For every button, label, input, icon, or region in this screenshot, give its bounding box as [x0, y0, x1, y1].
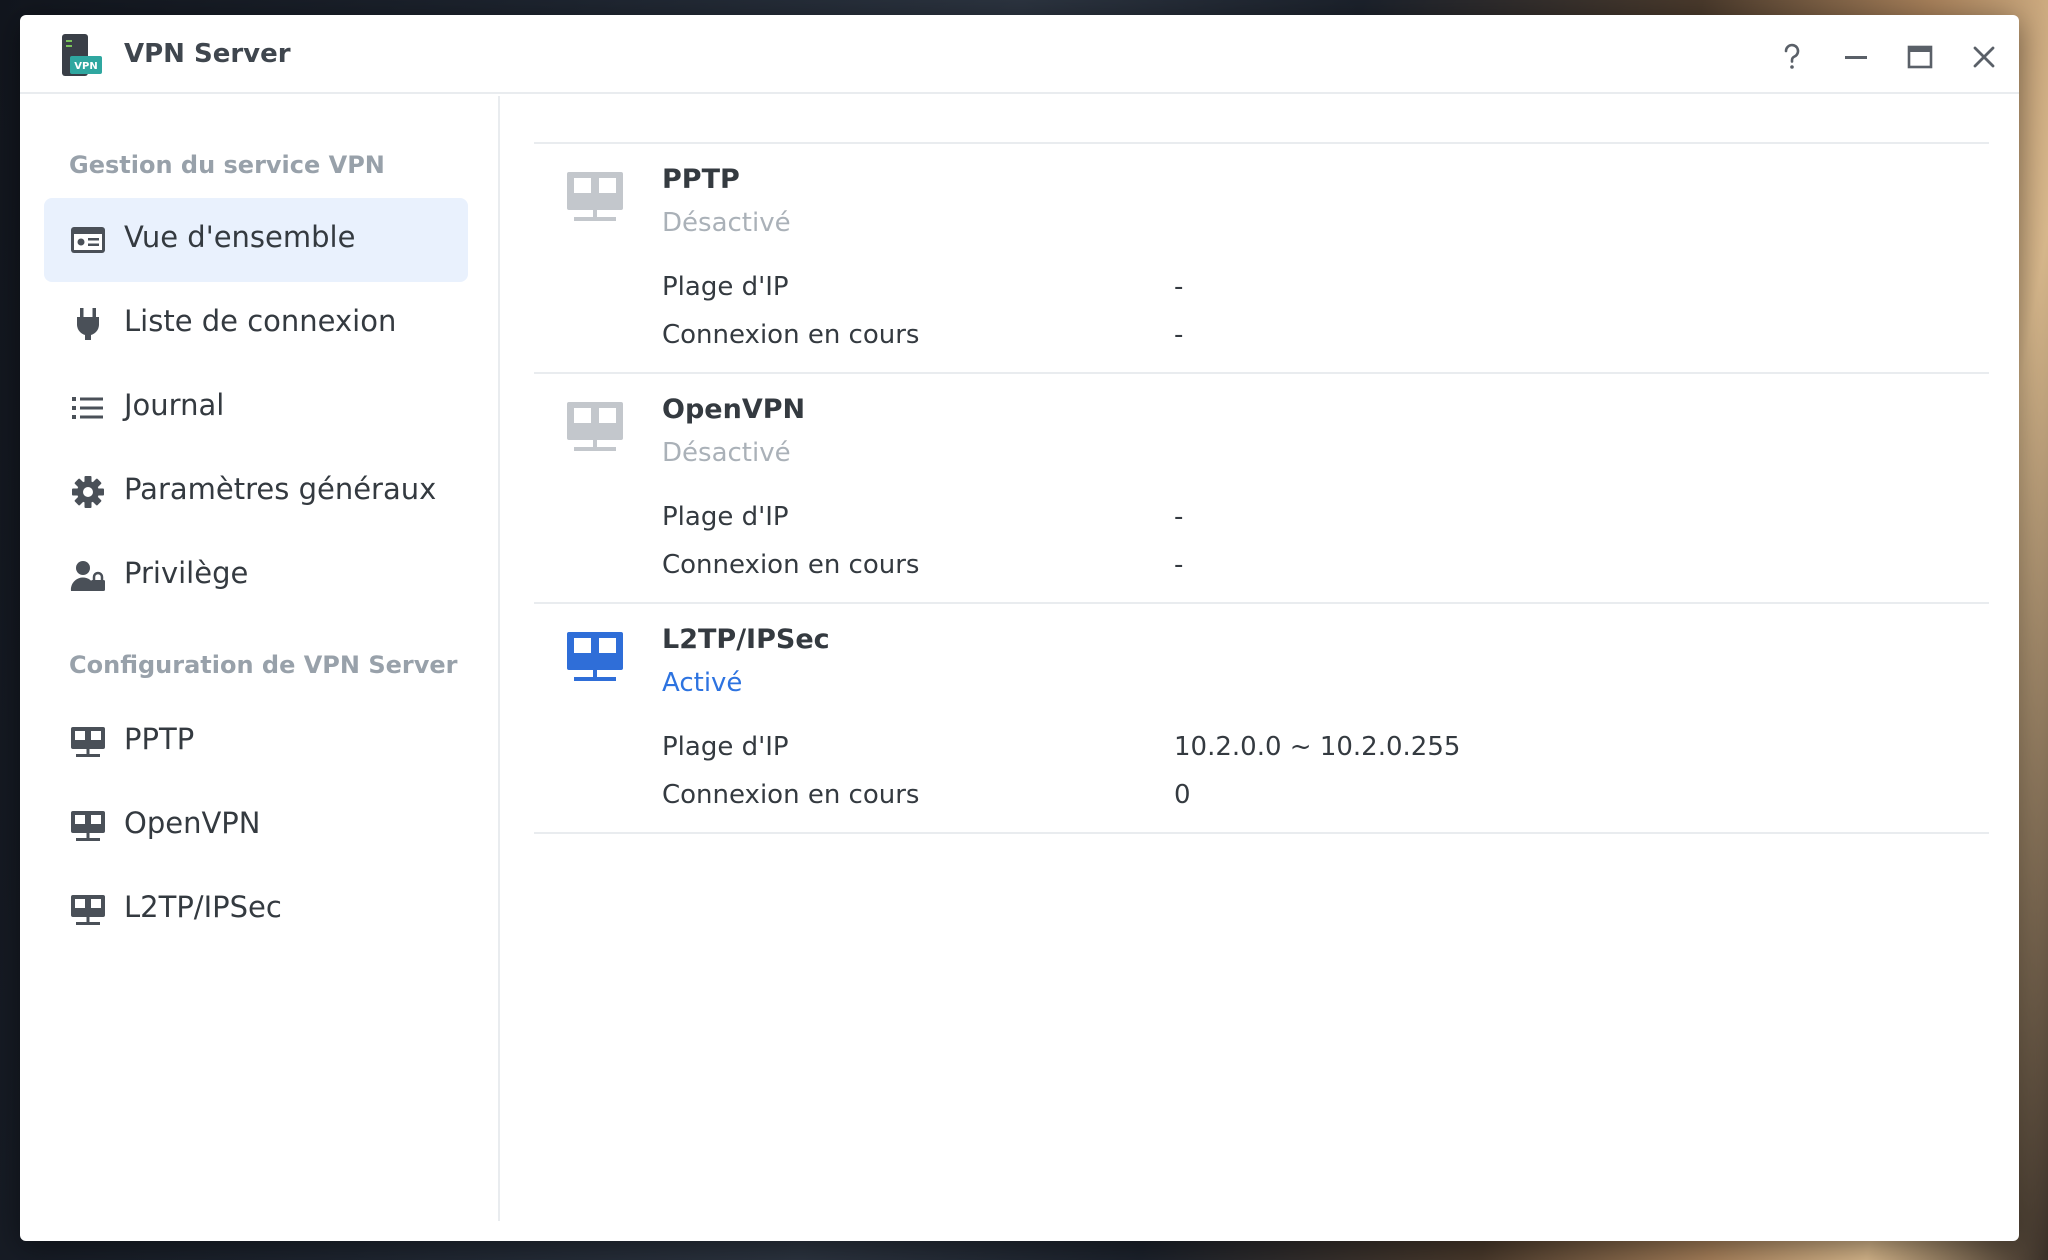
list-icon: [72, 397, 103, 419]
sidebar-item-label: Liste de connexion: [124, 304, 397, 338]
user-lock-icon: [70, 561, 105, 591]
network-icon: [567, 402, 623, 451]
network-icon: [71, 895, 105, 925]
connections-value: -: [1174, 320, 1184, 350]
network-icon: [71, 727, 105, 757]
sidebar-item-privilege[interactable]: Privilège: [44, 534, 468, 618]
sidebar-section-title: Configuration de VPN Server: [69, 651, 458, 679]
sidebar-item-label: OpenVPN: [124, 806, 261, 840]
sidebar-item-label: L2TP/IPSec: [124, 890, 282, 924]
service-name: L2TP/IPSec: [662, 624, 830, 655]
maximize-button[interactable]: [1900, 37, 1940, 77]
help-icon: [1784, 43, 1800, 69]
window-title: VPN Server: [124, 39, 291, 69]
sidebar-item-label: Privilège: [124, 556, 249, 590]
service-status: Désactivé: [662, 208, 791, 238]
close-button[interactable]: [1964, 37, 2004, 77]
sidebar-item-openvpn[interactable]: OpenVPN: [44, 784, 468, 868]
sidebar-item-pptp[interactable]: PPTP: [44, 700, 468, 784]
vpn-server-window: VPN VPN Server Gestion du service VPN Vu…: [20, 15, 2019, 1241]
ip-range-value: 10.2.0.0 ~ 10.2.0.255: [1174, 732, 1461, 762]
overview-content: PPTP Désactivé Plage d'IP - Connexion en…: [502, 96, 2019, 1241]
ip-range-label: Plage d'IP: [662, 732, 789, 762]
plug-icon: [77, 308, 99, 340]
connections-label: Connexion en cours: [662, 780, 920, 810]
sidebar-item-connection-list[interactable]: Liste de connexion: [44, 282, 468, 366]
app-icon-badge: VPN: [74, 61, 97, 72]
ip-range-label: Plage d'IP: [662, 502, 789, 532]
network-icon: [567, 632, 623, 681]
connections-value: 0: [1174, 780, 1191, 810]
minimize-button[interactable]: [1836, 37, 1876, 77]
sidebar: Gestion du service VPN Vue d'ensemble Li…: [20, 96, 500, 1221]
connections-value: -: [1174, 550, 1184, 580]
sidebar-item-l2tp-ipsec[interactable]: L2TP/IPSec: [44, 868, 468, 952]
service-status: Activé: [662, 668, 743, 698]
sidebar-section-title: Gestion du service VPN: [69, 151, 385, 179]
title-bar: VPN VPN Server: [20, 15, 2019, 94]
vpn-server-app-icon: VPN: [62, 34, 102, 76]
ip-range-value: -: [1174, 272, 1184, 302]
sidebar-item-journal[interactable]: Journal: [44, 366, 468, 450]
maximize-icon: [1907, 45, 1933, 69]
gear-icon: [72, 476, 104, 508]
sidebar-item-label: Paramètres généraux: [124, 472, 437, 506]
overview-card-icon: [71, 227, 105, 253]
network-icon: [567, 172, 623, 221]
help-button[interactable]: [1772, 37, 1812, 77]
service-status: Désactivé: [662, 438, 791, 468]
service-name: PPTP: [662, 164, 740, 195]
connections-label: Connexion en cours: [662, 320, 920, 350]
service-row-l2tp-ipsec: L2TP/IPSec Activé Plage d'IP 10.2.0.0 ~ …: [534, 604, 1989, 832]
sidebar-item-label: Vue d'ensemble: [124, 220, 356, 254]
ip-range-value: -: [1174, 502, 1184, 532]
ip-range-label: Plage d'IP: [662, 272, 789, 302]
sidebar-item-label: PPTP: [124, 722, 195, 756]
divider: [534, 832, 1989, 834]
service-name: OpenVPN: [662, 394, 806, 425]
close-icon: [1973, 46, 1995, 68]
sidebar-item-label: Journal: [124, 388, 225, 422]
service-row-pptp: PPTP Désactivé Plage d'IP - Connexion en…: [534, 144, 1989, 372]
service-row-openvpn: OpenVPN Désactivé Plage d'IP - Connexion…: [534, 374, 1989, 602]
connections-label: Connexion en cours: [662, 550, 920, 580]
sidebar-item-general-settings[interactable]: Paramètres généraux: [44, 450, 468, 534]
sidebar-item-overview[interactable]: Vue d'ensemble: [44, 198, 468, 282]
minimize-icon: [1845, 56, 1867, 59]
network-icon: [71, 811, 105, 841]
